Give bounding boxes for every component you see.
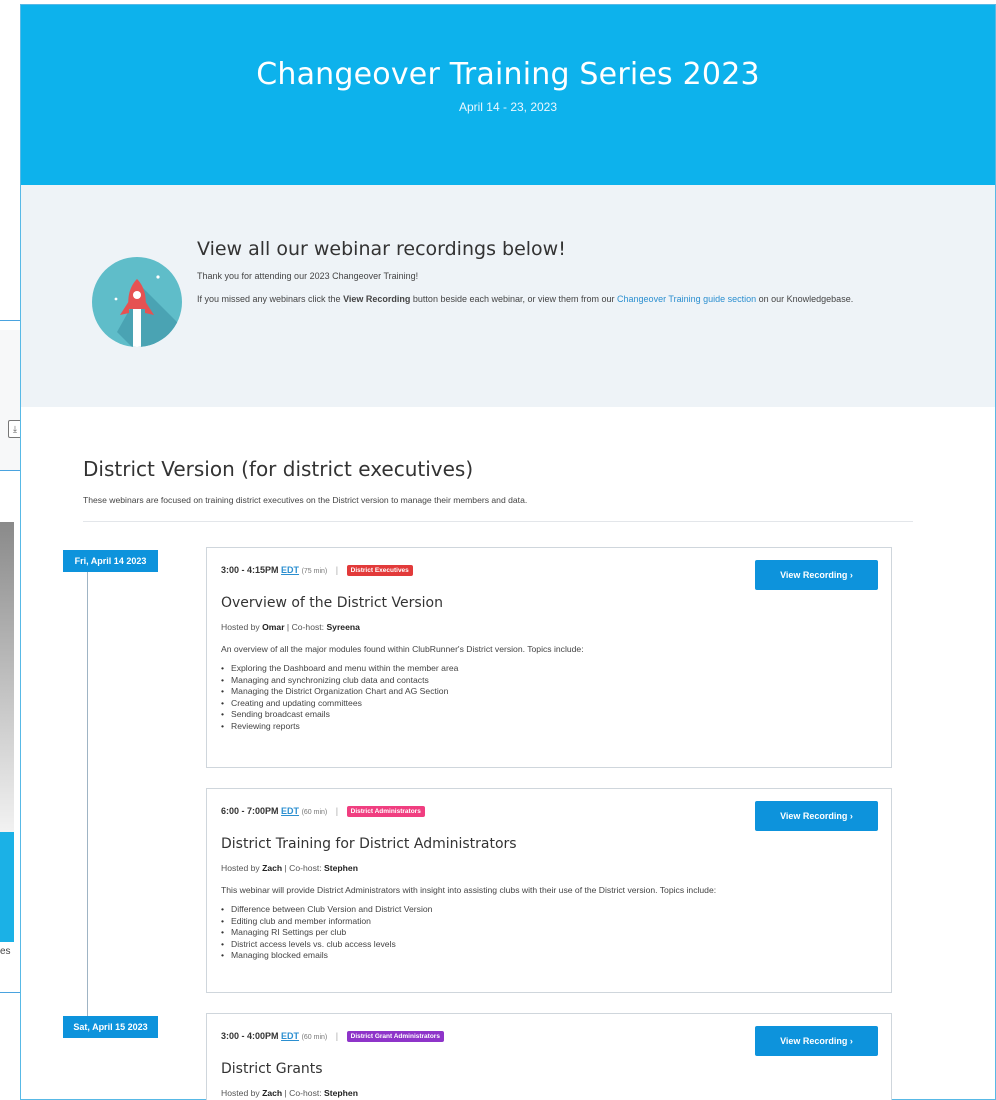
background-image: [0, 522, 14, 832]
topic-item: Difference between Club Version and Dist…: [221, 904, 432, 916]
cohost-name: Stephen: [324, 1088, 358, 1098]
section-divider: [83, 521, 913, 522]
webinar-title: Overview of the District Version: [221, 595, 443, 611]
topic-item: Managing blocked emails: [221, 950, 432, 962]
button-label: View Recording: [780, 1036, 848, 1046]
audience-badge: District Executives: [346, 565, 413, 576]
webinar-title: District Grants: [221, 1061, 323, 1077]
timezone-link[interactable]: EDT: [281, 806, 299, 816]
cohost-name: Stephen: [324, 863, 358, 873]
intro-emphasis: View Recording: [343, 294, 411, 304]
view-recording-button[interactable]: View Recording ›: [755, 801, 878, 831]
topic-item: Managing RI Settings per club: [221, 927, 432, 939]
hero-banner: Changeover Training Series 2023 April 14…: [21, 5, 995, 185]
hosted-label: Hosted by: [221, 1088, 260, 1098]
webinar-hosts: Hosted by Zach | Co-host: Stephen: [221, 1088, 358, 1098]
topic-item: Managing the District Organization Chart…: [221, 686, 458, 698]
background-banner: [0, 832, 14, 942]
timezone-link[interactable]: EDT: [281, 565, 299, 575]
webinar-duration: (60 min): [301, 809, 328, 816]
cohost-label: Co-host:: [289, 863, 322, 873]
webinar-time: 3:00 - 4:15PM: [221, 565, 279, 575]
webinar-card: 6:00 - 7:00PM EDT (60 min) | District Ad…: [206, 788, 892, 993]
topic-item: Editing club and member information: [221, 916, 432, 928]
webinar-card: 3:00 - 4:15PM EDT (75 min) | District Ex…: [206, 547, 892, 768]
topic-list: Exploring the Dashboard and menu within …: [221, 663, 458, 732]
topic-item: Exploring the Dashboard and menu within …: [221, 663, 458, 675]
host-name: Omar: [262, 622, 285, 632]
webinar-time: 6:00 - 7:00PM: [221, 806, 279, 816]
host-name: Zach: [262, 1088, 283, 1098]
date-chip: Fri, April 14 2023: [63, 550, 158, 572]
background-divider: [0, 320, 22, 321]
topic-item: District access levels vs. club access l…: [221, 939, 432, 951]
view-recording-button[interactable]: View Recording ›: [755, 1026, 878, 1056]
webinar-description: An overview of all the major modules fou…: [221, 644, 584, 654]
topic-item: Creating and updating committees: [221, 698, 458, 710]
event-dates: April 14 - 23, 2023: [458, 100, 558, 114]
intro-heading: View all our webinar recordings below!: [197, 238, 566, 260]
cohost-name: Syreena: [326, 622, 360, 632]
topic-list: Difference between Club Version and Dist…: [221, 904, 432, 962]
hosted-label: Hosted by: [221, 863, 260, 873]
webinar-time: 3:00 - 4:00PM: [221, 1031, 279, 1041]
audience-badge: District Grant Administrators: [346, 1031, 444, 1042]
intro-text: on our Knowledgebase.: [756, 294, 854, 304]
webinar-hosts: Hosted by Omar | Co-host: Syreena: [221, 622, 360, 632]
webinar-duration: (60 min): [301, 1034, 328, 1041]
audience-badge: District Administrators: [346, 806, 425, 817]
intro-section: View all our webinar recordings below! T…: [21, 185, 995, 407]
background-divider: [0, 470, 22, 471]
background-divider: [0, 992, 22, 993]
webinar-duration: (75 min): [301, 568, 328, 575]
topic-item: Reviewing reports: [221, 721, 458, 733]
webinar-hosts: Hosted by Zach | Co-host: Stephen: [221, 863, 358, 873]
guide-link[interactable]: Changeover Training guide section: [617, 294, 756, 304]
intro-instructions: If you missed any webinars click the Vie…: [197, 292, 927, 306]
button-label: View Recording: [780, 570, 848, 580]
webinar-description: This webinar will provide District Admin…: [221, 885, 717, 895]
background-panel: [0, 330, 22, 470]
intro-thanks: Thank you for attending our 2023 Changeo…: [197, 271, 419, 281]
date-chip: Sat, April 15 2023: [63, 1016, 158, 1038]
rocket-icon: [92, 257, 182, 347]
webinar-meta: 3:00 - 4:15PM EDT (75 min) | District Ex…: [221, 565, 413, 576]
timezone-link[interactable]: EDT: [281, 1031, 299, 1041]
section-title: District Version (for district executive…: [83, 457, 474, 481]
section-subtitle: These webinars are focused on training d…: [83, 495, 528, 505]
view-recording-button[interactable]: View Recording ›: [755, 560, 878, 590]
page-title: Changeover Training Series 2023: [256, 57, 760, 92]
topic-item: Sending broadcast emails: [221, 709, 458, 721]
webinar-card: 3:00 - 4:00PM EDT (60 min) | District Gr…: [206, 1013, 892, 1100]
timeline-line: [87, 572, 88, 1032]
district-version-section: District Version (for district executive…: [21, 407, 995, 522]
intro-text: button beside each webinar, or view them…: [410, 294, 618, 304]
intro-text: If you missed any webinars click the: [197, 294, 344, 304]
webinar-title: District Training for District Administr…: [221, 836, 517, 852]
cohost-label: Co-host:: [289, 1088, 322, 1098]
cohost-label: Co-host:: [291, 622, 325, 632]
webinar-meta: 3:00 - 4:00PM EDT (60 min) | District Gr…: [221, 1031, 444, 1042]
host-name: Zach: [262, 863, 283, 873]
hosted-label: Hosted by: [221, 622, 260, 632]
topic-item: Managing and synchronizing club data and…: [221, 675, 458, 687]
button-label: View Recording: [780, 811, 848, 821]
background-text: es: [0, 946, 11, 957]
webinar-meta: 6:00 - 7:00PM EDT (60 min) | District Ad…: [221, 806, 425, 817]
